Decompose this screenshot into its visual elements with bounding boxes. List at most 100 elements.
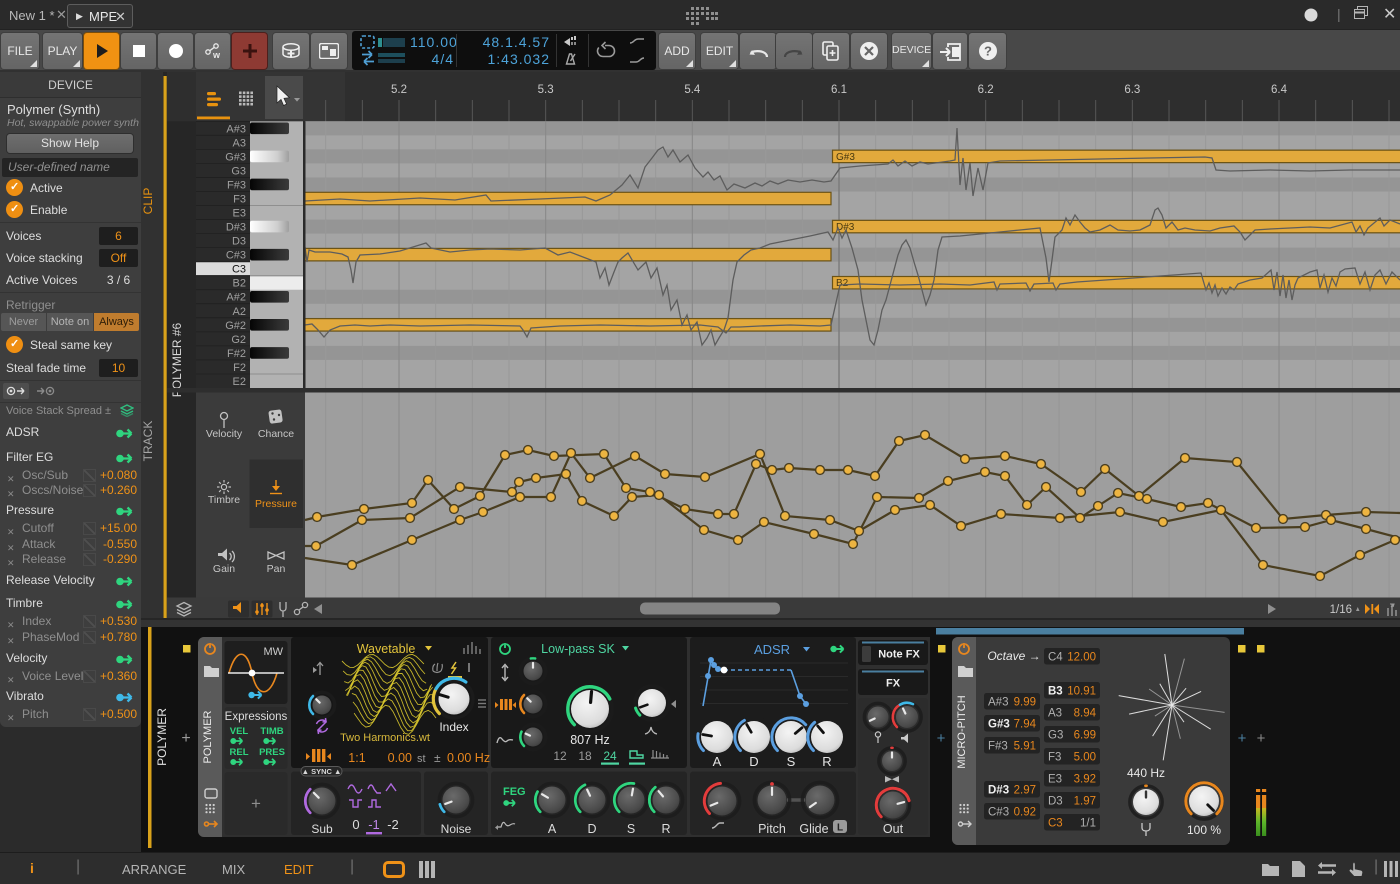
svg-text:F#3: F#3 — [227, 179, 246, 191]
svg-text:TRACK: TRACK — [141, 421, 155, 462]
svg-text:D3: D3 — [232, 236, 246, 248]
svg-text:C#3: C#3 — [988, 807, 1009, 819]
svg-text:24: 24 — [603, 749, 617, 763]
svg-text:Out: Out — [883, 822, 904, 836]
svg-text:?: ? — [984, 44, 992, 59]
svg-text:G3: G3 — [1048, 730, 1063, 742]
svg-text:▲ SYNC ▲: ▲ SYNC ▲ — [302, 767, 342, 776]
svg-text:Pan: Pan — [267, 563, 286, 575]
svg-text:B3: B3 — [1048, 686, 1063, 698]
svg-text:E3: E3 — [233, 208, 246, 220]
svg-text:C4: C4 — [1048, 652, 1063, 664]
svg-text:F#3: F#3 — [988, 741, 1008, 753]
svg-text:D: D — [587, 822, 596, 836]
svg-text:A: A — [548, 822, 557, 836]
svg-text:G2: G2 — [231, 334, 246, 346]
svg-text:REL: REL — [230, 747, 249, 758]
svg-text:R: R — [822, 754, 831, 769]
svg-text:6.3: 6.3 — [1124, 84, 1140, 96]
svg-text:1/1: 1/1 — [1080, 818, 1096, 830]
svg-text:Pitch: Pitch — [758, 822, 786, 836]
svg-text:440 Hz: 440 Hz — [1127, 766, 1165, 780]
svg-text:F3: F3 — [233, 193, 246, 205]
svg-text:0: 0 — [352, 817, 359, 832]
svg-text:D3: D3 — [1048, 796, 1063, 808]
svg-text:+: + — [1257, 730, 1266, 747]
svg-text:A3: A3 — [233, 137, 246, 149]
svg-text:TIMB: TIMB — [260, 726, 283, 737]
svg-text:18: 18 — [578, 749, 592, 763]
svg-text:Glide: Glide — [799, 822, 828, 836]
svg-text:A#2: A#2 — [226, 292, 246, 304]
svg-text:1.97: 1.97 — [1074, 796, 1096, 808]
svg-text:st: st — [417, 753, 426, 765]
svg-text:POLYMER #6: POLYMER #6 — [170, 322, 184, 397]
svg-text:Chance: Chance — [258, 428, 294, 440]
svg-text:POLYMER: POLYMER — [202, 710, 214, 763]
svg-text:B2: B2 — [836, 278, 849, 289]
svg-text:B2: B2 — [233, 278, 246, 290]
svg-text:D: D — [749, 754, 758, 769]
svg-text:Wavetable: Wavetable — [357, 642, 416, 656]
svg-text:Octave →: Octave → — [987, 649, 1040, 663]
svg-text:0.00: 0.00 — [388, 751, 412, 765]
svg-text:G#3: G#3 — [836, 152, 855, 163]
svg-text:A3: A3 — [1048, 708, 1062, 720]
svg-text:VEL: VEL — [230, 726, 249, 737]
svg-text:ADSR: ADSR — [754, 642, 790, 657]
svg-text:MICRO-PITCH: MICRO-PITCH — [956, 695, 968, 768]
svg-text:R: R — [661, 822, 670, 836]
svg-text:Index: Index — [439, 720, 468, 734]
svg-text:2.97: 2.97 — [1014, 785, 1036, 797]
svg-text:Expressions: Expressions — [225, 711, 288, 723]
svg-text:L: L — [837, 823, 843, 834]
svg-text:±: ± — [434, 751, 441, 765]
svg-text:5.3: 5.3 — [538, 84, 554, 96]
svg-text:C#3: C#3 — [226, 250, 246, 262]
svg-text:5.00: 5.00 — [1074, 752, 1096, 764]
svg-text:0.92: 0.92 — [1014, 807, 1036, 819]
svg-text:5.4: 5.4 — [684, 84, 701, 96]
svg-text:A2: A2 — [233, 306, 246, 318]
svg-text:6.2: 6.2 — [978, 84, 994, 96]
svg-text:5.2: 5.2 — [391, 84, 407, 96]
svg-text:Low-pass SK: Low-pass SK — [541, 642, 615, 656]
svg-text:POLYMER: POLYMER — [155, 708, 169, 766]
svg-text:w: w — [212, 50, 221, 60]
svg-text:G#3: G#3 — [988, 719, 1010, 731]
svg-text:1/16: 1/16 — [1330, 604, 1352, 616]
svg-text:G#2: G#2 — [225, 320, 246, 332]
svg-text:A: A — [713, 754, 722, 769]
svg-text:D#3: D#3 — [226, 222, 246, 234]
svg-text:Noise: Noise — [441, 822, 472, 836]
svg-text:FX: FX — [886, 678, 901, 690]
svg-text:F#2: F#2 — [227, 348, 246, 360]
svg-text:Timbre: Timbre — [208, 494, 240, 506]
svg-text:7.94: 7.94 — [1014, 719, 1037, 731]
svg-text:E2: E2 — [233, 376, 246, 388]
svg-text:10.91: 10.91 — [1067, 686, 1096, 698]
svg-text:G#3: G#3 — [225, 151, 246, 163]
svg-text:Pressure: Pressure — [255, 498, 297, 510]
svg-text:S: S — [627, 822, 635, 836]
svg-text:3.92: 3.92 — [1074, 774, 1096, 786]
svg-text:C3: C3 — [232, 264, 246, 276]
svg-text:12.00: 12.00 — [1067, 652, 1096, 664]
svg-text:807 Hz: 807 Hz — [570, 733, 610, 747]
svg-text:G3: G3 — [231, 165, 246, 177]
svg-text:E3: E3 — [1048, 774, 1062, 786]
svg-text:FEG: FEG — [503, 786, 526, 798]
svg-text:CLIP: CLIP — [141, 188, 155, 215]
svg-text:8.94: 8.94 — [1074, 708, 1097, 720]
svg-text:-2: -2 — [387, 817, 399, 832]
svg-text:100 %: 100 % — [1187, 823, 1221, 837]
svg-text:F2: F2 — [233, 362, 246, 374]
svg-text:+: + — [251, 794, 261, 813]
svg-text:Gain: Gain — [213, 563, 235, 575]
svg-text:A#3: A#3 — [226, 123, 246, 135]
svg-text:+: + — [937, 730, 946, 747]
svg-text:Velocity: Velocity — [206, 428, 243, 440]
svg-text:5.91: 5.91 — [1014, 741, 1036, 753]
svg-text:C3: C3 — [1048, 818, 1063, 830]
svg-text:6.1: 6.1 — [831, 84, 847, 96]
